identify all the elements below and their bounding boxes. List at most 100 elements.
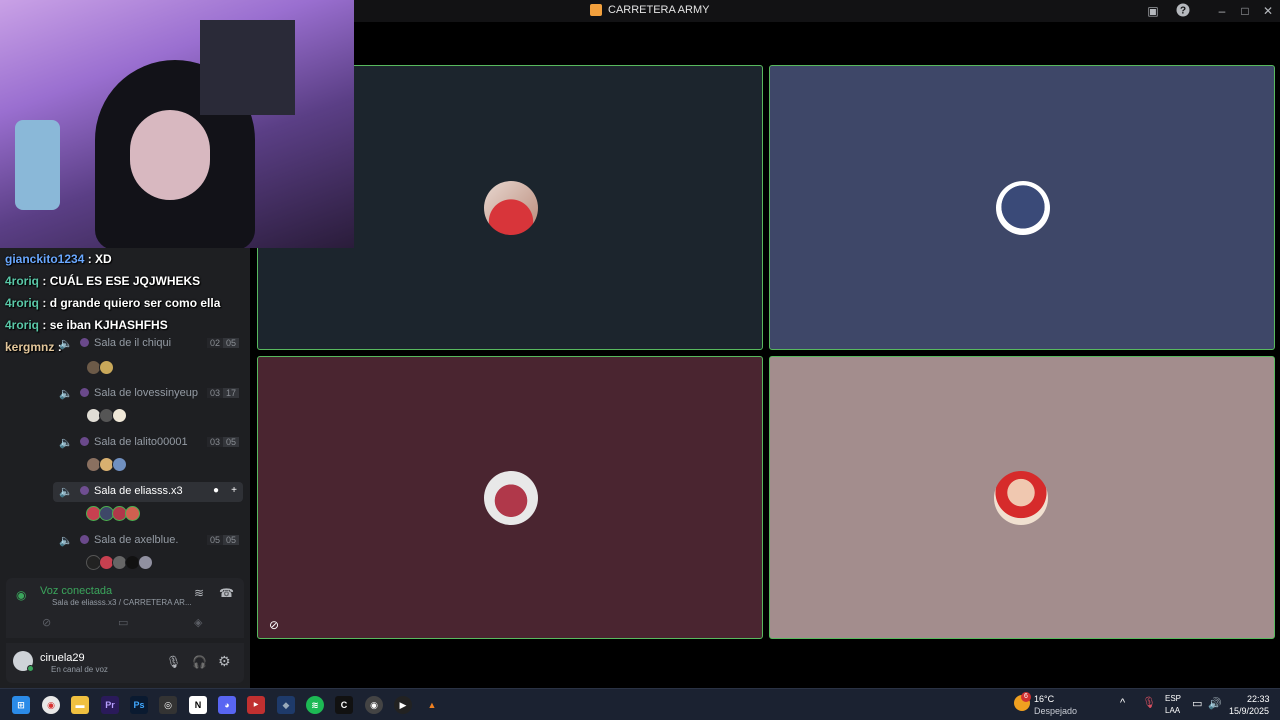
voice-channel-item[interactable]: 🔈 Sala de lovessinyeup 03 17: [53, 384, 243, 404]
chat-text: : d grande quiero ser como ella: [42, 296, 221, 310]
window-title-text: CARRETERA ARMY: [608, 4, 710, 16]
voice-channel-item-active[interactable]: 🔈 Sala de eliasss.x3 ● +: [53, 482, 243, 502]
camera-off-icon[interactable]: ⊘: [42, 616, 51, 629]
obs-icon[interactable]: ◉: [365, 696, 383, 714]
channel-name: Sala de axelblue.: [94, 534, 179, 546]
help-icon[interactable]: ?: [1175, 3, 1191, 19]
video-app-icon[interactable]: ▶: [247, 696, 265, 714]
member-avatar: [112, 408, 127, 423]
chat-message: 4roriq : CUÁL ES ESE JQJWHEKS: [5, 274, 200, 288]
language-top[interactable]: ESP: [1165, 694, 1181, 703]
notion-icon[interactable]: N: [189, 696, 207, 714]
gear-icon[interactable]: ⚙: [218, 653, 231, 670]
webcam-face: [130, 110, 210, 200]
participant-tile-2[interactable]: [769, 65, 1275, 350]
signal-icon[interactable]: ◉: [16, 588, 26, 602]
weather-badge: 6: [1021, 692, 1031, 702]
user-count: 03 05: [206, 437, 239, 447]
chat-username: kergmnz: [5, 340, 55, 354]
clock-time[interactable]: 22:33: [1247, 694, 1270, 704]
webcam-poster: [200, 20, 295, 115]
participant-avatar: [484, 471, 538, 525]
speaker-icon: 🔈: [59, 535, 73, 547]
people-icon: [80, 338, 89, 347]
channel-sidebar: gianckito1234 : XD 4roriq : CUÁL ES ESE …: [0, 248, 250, 688]
participant-tile-3[interactable]: ⊘: [257, 356, 763, 639]
clock-date[interactable]: 15/9/2025: [1229, 706, 1269, 716]
channel-members: [86, 360, 114, 376]
chat-text: : XD: [87, 252, 112, 266]
svg-text:?: ?: [1180, 6, 1186, 17]
windows-start-icon[interactable]: ⊞: [12, 696, 30, 714]
activity-icon[interactable]: ◈: [194, 616, 202, 629]
spotify-icon[interactable]: ≋: [306, 696, 324, 714]
participant-tile-4[interactable]: [769, 356, 1275, 639]
user-status-text: En canal de voz: [51, 665, 108, 674]
share-screen-icon[interactable]: ▭: [118, 616, 128, 629]
network-icon[interactable]: ▭: [1192, 697, 1202, 710]
volume-icon[interactable]: 🔊: [1208, 697, 1222, 710]
disconnect-icon[interactable]: ☎: [219, 586, 234, 600]
people-icon: [80, 486, 89, 495]
channel-name: Sala de lovessinyeup: [94, 387, 198, 399]
chat-message: gianckito1234 : XD: [5, 252, 112, 266]
webcam-figure: [15, 120, 60, 210]
participant-avatar: [994, 471, 1048, 525]
language-bottom[interactable]: LAA: [1165, 706, 1180, 715]
file-explorer-icon[interactable]: ▬: [71, 696, 89, 714]
invite-user-icon[interactable]: +: [231, 485, 237, 496]
user-panel: ciruela29 En canal de voz 🎙 🎧 ⚙: [6, 643, 244, 683]
screen-share-icon[interactable]: ▣: [1145, 3, 1161, 19]
window-title: CARRETERA ARMY: [590, 4, 709, 16]
server-logo-icon: [590, 4, 602, 16]
weather-desc: Despejado: [1034, 706, 1078, 716]
participant-avatar: [996, 181, 1050, 235]
voice-channel-item[interactable]: 🔈 Sala de lalito00001 03 05: [53, 433, 243, 453]
vlc-icon[interactable]: ▲: [423, 696, 441, 714]
weather-temp: 16°C: [1034, 694, 1055, 704]
voice-stage: ⊘: [250, 22, 1280, 688]
steam-icon[interactable]: ◎: [159, 696, 177, 714]
streamer-webcam: [0, 0, 354, 248]
chat-bubble-icon[interactable]: ●: [213, 485, 219, 496]
discord-icon[interactable]: ◕: [218, 696, 236, 714]
speaker-icon: 🔈: [59, 437, 73, 449]
chat-text: : se iban KJHASHFHS: [42, 318, 168, 332]
voice-channel-item[interactable]: 🔈 Sala de axelblue. 05 05: [53, 531, 243, 551]
voice-connection-panel: ◉ Voz conectada Sala de eliasss.x3 / CAR…: [6, 578, 244, 638]
chat-text: : CUÁL ES ESE JQJWHEKS: [42, 274, 201, 288]
microphone-tray-icon[interactable]: 🎙: [1142, 696, 1156, 709]
user-count: 02 05: [206, 338, 239, 348]
voice-channel-item[interactable]: 🔈 Sala de il chiqui 02 05: [53, 334, 243, 354]
close-button[interactable]: ✕: [1260, 3, 1276, 19]
media-player-icon[interactable]: ▶: [394, 696, 412, 714]
headphones-icon[interactable]: 🎧: [192, 655, 207, 669]
photoshop-icon[interactable]: Ps: [130, 696, 148, 714]
minimize-button[interactable]: –: [1214, 3, 1230, 19]
maximize-button[interactable]: □: [1237, 3, 1253, 19]
capcut-icon[interactable]: C: [335, 696, 353, 714]
microphone-icon[interactable]: 🎙: [166, 655, 181, 669]
premiere-icon[interactable]: Pr: [101, 696, 119, 714]
chevron-up-icon[interactable]: ^: [1120, 697, 1125, 709]
member-avatar: [125, 506, 140, 521]
channel-members: [86, 555, 153, 571]
member-avatar: [138, 555, 153, 570]
app-icon[interactable]: ◆: [277, 696, 295, 714]
noise-suppression-icon[interactable]: ≋: [194, 586, 204, 600]
voice-channel-link[interactable]: Sala de eliasss.x3 / CARRETERA AR...: [52, 598, 192, 607]
chat-message: 4roriq : d grande quiero ser como ella: [5, 296, 220, 310]
muted-video-icon: ⊘: [268, 618, 280, 632]
people-icon: [80, 535, 89, 544]
windows-taskbar: ⊞ ◉ ▬ Pr Ps ◎ N ◕ ▶ ◆ ≋ C ◉ ▶ ▲ 6 16°C D…: [0, 688, 1280, 720]
username[interactable]: ciruela29: [40, 652, 85, 664]
speaker-icon: 🔈: [59, 388, 73, 400]
channel-name: Sala de il chiqui: [94, 337, 172, 349]
people-icon: [80, 437, 89, 446]
chrome-icon[interactable]: ◉: [42, 696, 60, 714]
people-icon: [80, 388, 89, 397]
user-count: 05 05: [206, 535, 239, 545]
chat-username: 4roriq: [5, 274, 40, 288]
voice-status: Voz conectada: [40, 585, 113, 597]
channel-members: [86, 408, 127, 424]
